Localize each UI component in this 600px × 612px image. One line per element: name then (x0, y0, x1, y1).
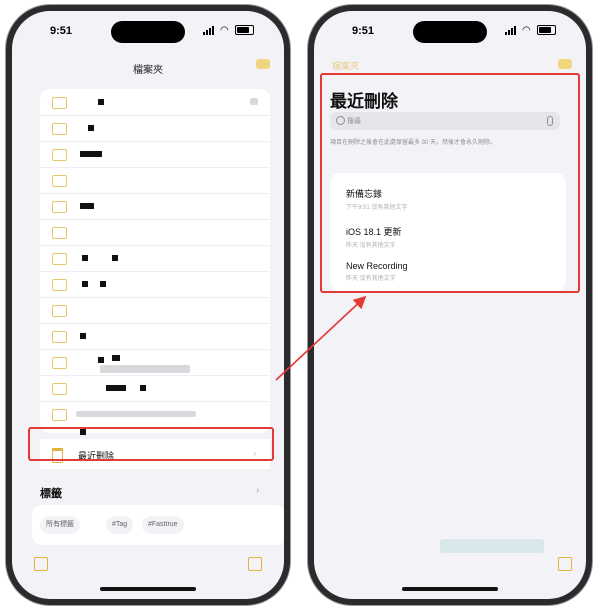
folder-row[interactable] (40, 115, 270, 142)
wifi-icon: ◠ (522, 24, 531, 36)
highlight-box-deleted-list (320, 73, 580, 293)
folder-icon (52, 331, 67, 343)
dynamic-island (413, 21, 487, 43)
redacted-block (440, 539, 544, 553)
folder-icon (52, 175, 67, 187)
wifi-icon: ◠ (220, 24, 229, 36)
folder-row[interactable] (40, 219, 270, 246)
redacted-block (82, 255, 88, 261)
folder-row[interactable] (40, 167, 270, 194)
new-folder-icon[interactable] (34, 557, 48, 571)
battery-icon (235, 25, 254, 35)
folder-row[interactable] (40, 89, 270, 116)
back-button[interactable]: 檔案夾 (332, 59, 359, 72)
tag-chip[interactable]: 所有標籤 (40, 516, 80, 534)
cellular-signal-icon (203, 25, 216, 35)
redacted-block (88, 125, 94, 131)
folders-screen: 9:51 ◠ 檔案夾 最近刪除 › 標籤 › 所有標籤 #Tag #Fasttr… (12, 11, 284, 599)
chevron-right-icon[interactable]: › (256, 485, 259, 496)
folder-icon (52, 149, 67, 161)
highlight-box-recently-deleted (28, 427, 274, 461)
folder-icon (52, 123, 67, 135)
redacted-block (100, 281, 106, 287)
folder-row[interactable] (40, 375, 270, 402)
folder-icon (52, 357, 67, 369)
redacted-block (98, 99, 104, 105)
status-time: 9:51 (50, 25, 73, 37)
folder-icon (52, 227, 67, 239)
redacted-block (98, 357, 104, 363)
tag-chip[interactable]: #Tag (106, 516, 134, 534)
folder-icon (52, 383, 67, 395)
redacted-block (80, 203, 94, 209)
edit-button[interactable] (256, 59, 270, 69)
tag-chip[interactable]: #Fasttrue (142, 516, 184, 534)
home-indicator (100, 587, 196, 591)
folder-icon (52, 279, 67, 291)
folder-row[interactable] (40, 245, 270, 272)
redacted-block (112, 255, 118, 261)
folder-row[interactable] (40, 401, 270, 428)
status-icons: ◠ (203, 25, 254, 35)
redacted-block (106, 385, 126, 391)
folder-row[interactable] (40, 349, 270, 376)
folder-list (40, 89, 270, 435)
redacted-block (82, 281, 88, 287)
dynamic-island (111, 21, 185, 43)
compose-icon[interactable] (558, 557, 572, 571)
folder-icon (52, 305, 67, 317)
folder-icon (52, 409, 67, 421)
redacted-block (76, 411, 196, 417)
tags-card: 所有標籤 #Tag #Fasttrue (32, 505, 284, 545)
left-phone-frame: 9:51 ◠ 檔案夾 最近刪除 › 標籤 › 所有標籤 #Tag #Fasttr… (6, 5, 290, 605)
more-button[interactable] (558, 59, 572, 69)
redacted-block (100, 365, 190, 373)
redacted-block (80, 333, 86, 339)
redacted-block (80, 151, 102, 157)
folder-icon (52, 97, 67, 109)
folder-icon (52, 201, 67, 213)
page-title: 檔案夾 (133, 65, 163, 76)
compose-icon[interactable] (248, 557, 262, 571)
tags-section-title: 標籤 (40, 488, 62, 500)
folder-row[interactable] (40, 271, 270, 298)
folder-row[interactable] (40, 323, 270, 350)
redacted-block (112, 355, 120, 361)
folder-row[interactable] (40, 193, 270, 220)
folder-row[interactable] (40, 297, 270, 324)
redacted-block (250, 98, 258, 105)
folder-row[interactable] (40, 141, 270, 168)
folder-icon (52, 253, 67, 265)
battery-icon (537, 25, 556, 35)
redacted-block (140, 385, 146, 391)
status-icons: ◠ (505, 25, 556, 35)
home-indicator (402, 587, 498, 591)
status-time: 9:51 (352, 25, 375, 37)
cellular-signal-icon (505, 25, 518, 35)
